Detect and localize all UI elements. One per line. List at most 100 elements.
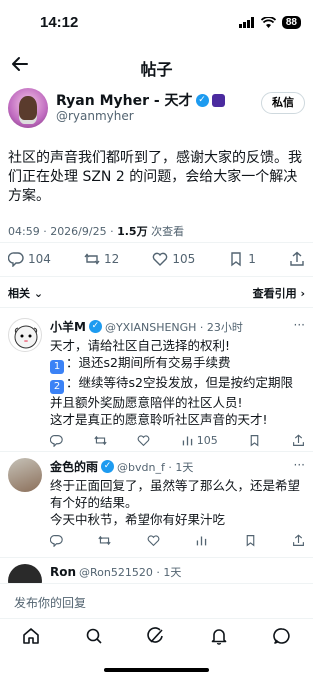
reply-text: 终于正面回复了，虽然等了那么久，还是希望有个好的结果。 今天中秋节，希望你有好果…	[50, 477, 305, 528]
reply-line: 1 ：退还s2期间所有交易手续费	[50, 354, 305, 374]
author-name: Ryan Myher - 天才	[56, 93, 193, 109]
battery-indicator: 88	[281, 16, 301, 29]
share-icon	[290, 251, 304, 266]
reply-line-text: 退还s2期间所有交易手续费	[78, 355, 231, 370]
reply-line: 这才是真正的愿意聆听社区声音的天才!	[50, 412, 268, 427]
views-button[interactable]: 105	[181, 434, 218, 447]
heart-icon[interactable]	[137, 434, 150, 447]
status-time: 14:12	[40, 14, 79, 31]
like-button[interactable]: 105	[152, 251, 195, 267]
reply-line: 2 ：继续等待s2空投发放，但是按约定期限并且额外奖励愿意陪伴的社区人员!	[50, 375, 293, 410]
reply-views: 105	[196, 434, 218, 447]
view-quotes-link[interactable]: 查看引用 ›	[253, 285, 305, 301]
mail-icon[interactable]	[272, 627, 291, 645]
bookmark-button[interactable]: 1	[228, 251, 256, 267]
repost-icon	[84, 253, 100, 265]
replies-sort-bar: 相关 ⌄ 查看引用 ›	[8, 285, 305, 301]
post-text: 社区的声音我们都听到了，感谢大家的反馈。我们正在处理 SZN 2 的问题，会给大…	[8, 150, 302, 204]
post-meta: 04:59 · 2026/9/25 · 1.5万 次查看	[8, 223, 305, 239]
reply-body: Ron @Ron521520 · 1天	[50, 564, 305, 580]
reply-body: 金色的雨 ✓ @bvdn_f · 1天 ··· 终于正面回复了，虽然等了那么久，…	[50, 458, 305, 547]
repost-icon[interactable]	[93, 434, 107, 447]
verified-icon: ✓	[195, 93, 209, 107]
repost-icon[interactable]	[98, 534, 112, 547]
home-icon[interactable]	[22, 627, 40, 645]
reply-avatar[interactable]	[8, 458, 42, 492]
post-time: 04:59 · 2026/9/25 ·	[8, 225, 118, 238]
reply-count: 104	[28, 252, 51, 266]
bell-icon[interactable]	[210, 627, 228, 645]
reply-header: 小羊M ✓ @YXIANSHENGH · 23小时 ···	[50, 318, 305, 335]
views-bar-icon	[182, 436, 192, 446]
reply-handle: @bvdn_f · 1天	[117, 460, 194, 474]
bookmark-icon[interactable]	[244, 534, 257, 547]
sort-relevant[interactable]: 相关 ⌄	[8, 287, 43, 300]
author-handle: @ryanmyher	[56, 109, 134, 123]
divider	[0, 451, 313, 452]
search-icon[interactable]	[85, 627, 103, 645]
keycap-one-icon: 1	[50, 360, 64, 374]
reply-name[interactable]: 金色的雨	[50, 458, 98, 475]
reply-line: 天才，请给社区自己选择的权利!	[50, 338, 231, 353]
bookmark-icon[interactable]	[248, 434, 261, 447]
reply-icon[interactable]	[50, 434, 63, 447]
post-views[interactable]: 1.5万	[117, 225, 148, 238]
sheep-avatar-icon	[14, 325, 38, 349]
reply-header: 金色的雨 ✓ @bvdn_f · 1天 ···	[50, 458, 305, 475]
heart-icon[interactable]	[147, 534, 160, 547]
reply-icon[interactable]	[50, 534, 63, 547]
message-button[interactable]: 私信	[261, 92, 305, 114]
reply-avatar[interactable]	[8, 318, 42, 352]
compose-placeholder: 发布你的回复	[14, 596, 87, 610]
reply-name[interactable]: Ron	[50, 565, 76, 579]
divider	[0, 242, 313, 243]
affiliate-badge-icon	[211, 93, 225, 107]
status-bar: 14:12 88	[0, 0, 313, 44]
reply-actions	[50, 534, 305, 547]
views-bar-icon[interactable]	[195, 534, 208, 547]
reply-handle: @Ron521520 · 1天	[79, 566, 182, 579]
reply-compose-bar[interactable]: 发布你的回复	[0, 583, 313, 619]
reply-line: 终于正面回复了，虽然等了那么久，还是希望有个好的结果。	[50, 478, 301, 510]
author-name-row[interactable]: Ryan Myher - 天才 ✓	[56, 90, 225, 110]
home-indicator	[104, 668, 209, 672]
repost-count: 12	[103, 252, 120, 266]
divider	[0, 307, 313, 308]
more-options-icon[interactable]: ···	[294, 458, 305, 472]
share-icon[interactable]	[292, 434, 305, 447]
reply-handle: @YXIANSHENGH · 23小时	[104, 320, 243, 334]
wifi-icon	[260, 17, 276, 28]
reply-header: Ron @Ron521520 · 1天	[50, 564, 305, 580]
status-icons: 88	[238, 16, 301, 29]
divider	[0, 557, 313, 558]
bottom-tab-bar	[0, 622, 313, 650]
keycap-two-icon: 2	[50, 380, 64, 394]
reply-actions: 105	[50, 434, 305, 447]
verified-icon: ✓	[88, 320, 102, 333]
author-avatar[interactable]	[8, 88, 48, 128]
more-options-icon[interactable]: ···	[294, 318, 305, 332]
sort-label: 相关	[8, 287, 30, 300]
reply-name[interactable]: 小羊M	[50, 318, 86, 335]
share-icon[interactable]	[292, 534, 305, 547]
bookmark-count: 1	[248, 252, 256, 266]
like-count: 105	[172, 252, 196, 266]
heart-icon	[153, 252, 168, 266]
reply-icon	[8, 252, 24, 267]
reply-button[interactable]: 104	[8, 251, 51, 267]
bookmark-icon	[231, 252, 241, 267]
reply-body: 小羊M ✓ @YXIANSHENGH · 23小时 ··· 天才，请给社区自己选…	[50, 318, 305, 447]
reply-line: 今天中秋节，希望你有好果汁吃	[50, 512, 226, 527]
reply-text: 天才，请给社区自己选择的权利! 1 ：退还s2期间所有交易手续费 2 ：继续等待s2…	[50, 337, 305, 428]
share-button[interactable]	[289, 251, 305, 267]
page-title: 帖子	[140, 60, 173, 79]
top-nav: 帖子	[0, 48, 313, 84]
verified-icon: ✓	[101, 460, 115, 473]
signal-icon	[238, 17, 254, 28]
views-label: 次查看	[147, 225, 185, 238]
divider	[0, 276, 313, 277]
post-author: Ryan Myher - 天才 ✓ @ryanmyher 私信	[8, 88, 305, 132]
grok-icon[interactable]	[147, 627, 165, 645]
reply-line-text: 继续等待s2空投发放，但是按约定期限并且额外奖励愿意陪伴的社区人员!	[50, 375, 293, 410]
repost-button[interactable]: 12	[84, 251, 119, 267]
